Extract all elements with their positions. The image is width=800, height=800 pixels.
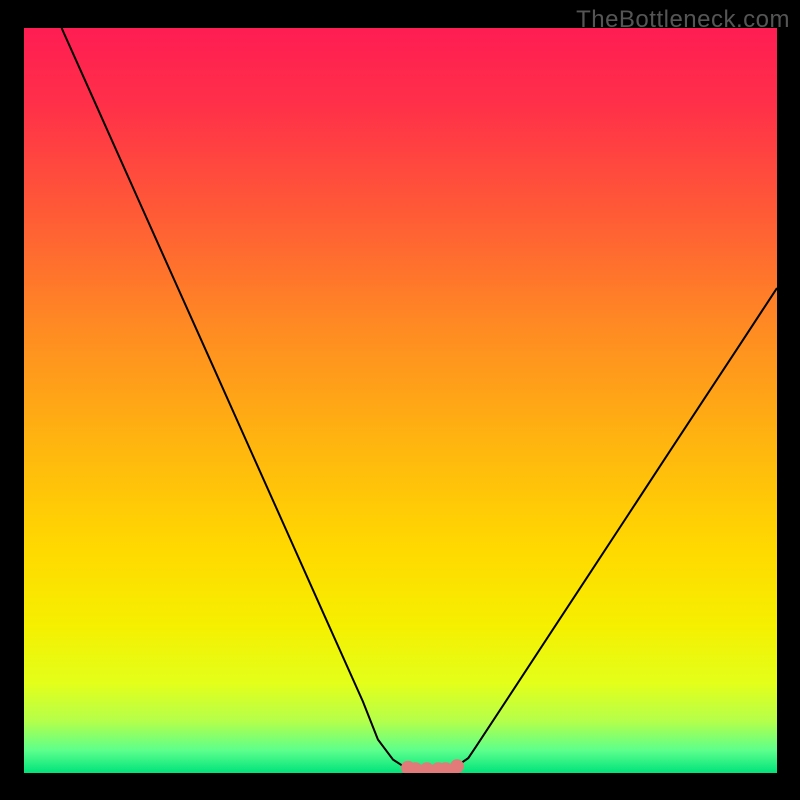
chart-background-gradient <box>24 28 777 773</box>
watermark-text: TheBottleneck.com <box>576 6 790 34</box>
bottleneck-chart <box>0 0 800 800</box>
chart-container: TheBottleneck.com <box>0 0 800 800</box>
optimal-point-dot <box>450 759 464 773</box>
